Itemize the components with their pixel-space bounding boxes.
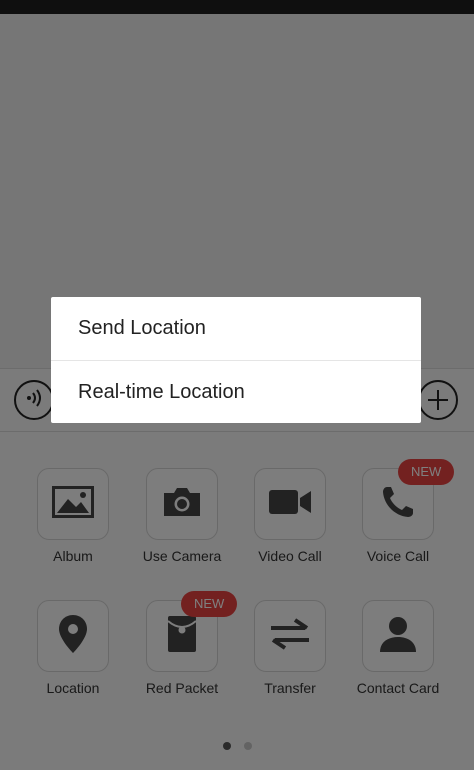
location-options-dialog: Send Location Real-time Location [51, 297, 421, 423]
real-time-location-option[interactable]: Real-time Location [51, 360, 421, 423]
send-location-option[interactable]: Send Location [51, 297, 421, 360]
